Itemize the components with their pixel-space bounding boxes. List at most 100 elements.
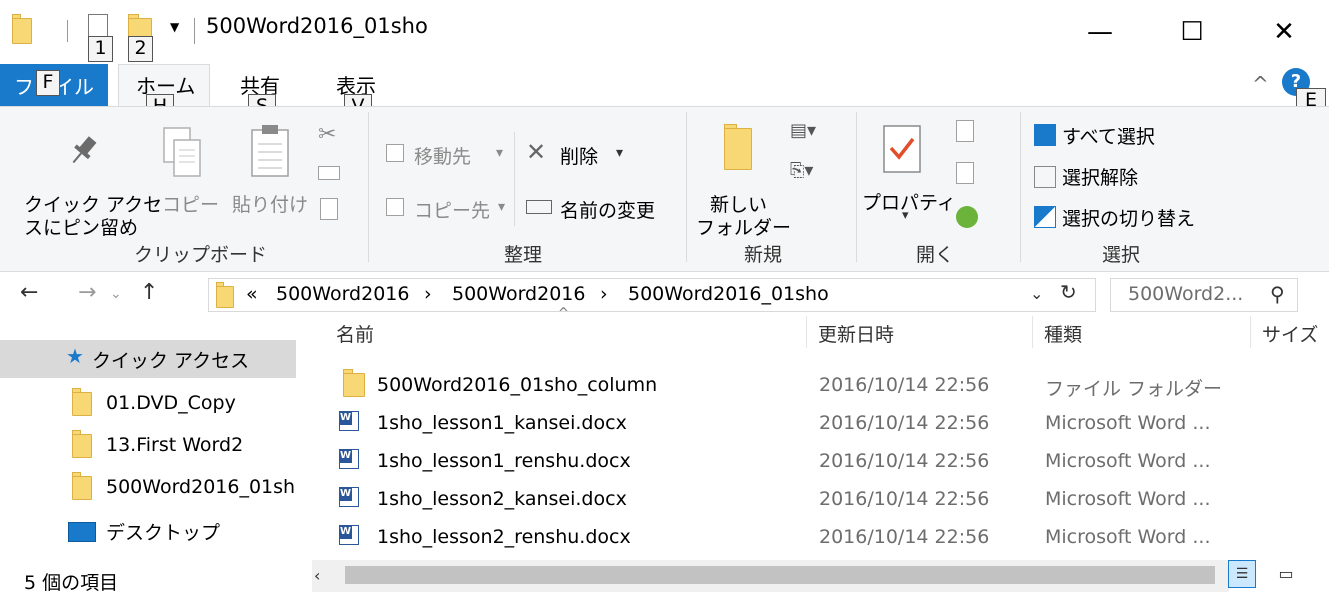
file-row[interactable]: W 1sho_lesson1_kansei.docx 2016/10/14 22:5…	[325, 405, 1329, 443]
star-icon: ★	[66, 344, 84, 368]
scrollbar-thumb[interactable]	[345, 566, 1215, 584]
new-item-icon[interactable]: ▤▾	[790, 120, 816, 141]
history-icon[interactable]	[956, 206, 978, 228]
file-row[interactable]: W 1sho_lesson2_renshu.docx 2016/10/14 22:5…	[325, 519, 1329, 557]
copy-to-dropdown-icon: ▾	[498, 199, 506, 215]
breadcrumb-separator-2[interactable]: ›	[600, 283, 608, 305]
column-header-name[interactable]: 名前	[336, 320, 374, 347]
file-modified: 2016/10/14 22:56	[819, 450, 990, 472]
window-title: 500Word2016_01sho	[206, 14, 428, 38]
folder-icon	[72, 430, 92, 458]
select-none-button[interactable]: 選択解除	[1062, 163, 1138, 190]
folder-icon	[72, 472, 92, 500]
tab-file[interactable]: ファイル F	[0, 64, 108, 106]
qat-keytip-1: 1	[88, 36, 113, 62]
file-type: Microsoft Word ...	[1045, 412, 1211, 434]
properties-qat-icon[interactable]	[88, 14, 108, 38]
file-name: 1sho_lesson2_renshu.docx	[377, 526, 631, 548]
desktop-icon	[68, 522, 96, 542]
refresh-icon[interactable]: ↻	[1060, 280, 1077, 304]
search-icon[interactable]: ⚲	[1270, 282, 1285, 306]
delete-icon: ✕	[526, 138, 547, 166]
copy-button[interactable]: コピー	[162, 190, 219, 217]
file-name: 500Word2016_01sho_column	[377, 374, 658, 396]
select-none-icon	[1034, 166, 1056, 188]
group-select-label: 選択	[1102, 244, 1141, 266]
address-history-dropdown[interactable]: ⌄	[1030, 284, 1043, 303]
title-bar: 1 2 ▼ 500Word2016_01sho — ☐ ✕	[0, 0, 1329, 64]
delete-button[interactable]: 削除	[560, 142, 598, 169]
back-button[interactable]: ←	[20, 280, 38, 305]
file-row[interactable]: W 1sho_lesson2_kansei.docx 2016/10/14 22:5…	[325, 481, 1329, 519]
collapse-ribbon-button[interactable]: ^	[1252, 72, 1269, 96]
forward-button[interactable]: →	[78, 280, 96, 305]
file-name: 1sho_lesson2_kansei.docx	[377, 488, 627, 510]
group-clipboard-label: クリップボード	[134, 244, 268, 266]
breadcrumb-item-2[interactable]: 500Word2016	[452, 283, 585, 305]
copy-to-button[interactable]: コピー先	[414, 196, 490, 223]
status-item-count: 5 個の項目	[24, 572, 119, 594]
folder-icon	[12, 14, 32, 44]
paste-shortcut-icon[interactable]	[320, 198, 338, 220]
copy-icon	[163, 127, 201, 177]
file-type: Microsoft Word ...	[1045, 526, 1211, 548]
new-folder-icon	[724, 124, 752, 170]
details-view-button[interactable]: ☰	[1228, 560, 1256, 588]
breadcrumb-separator-1[interactable]: ›	[424, 283, 432, 305]
large-icons-view-button[interactable]: ▭	[1272, 560, 1300, 588]
file-modified: 2016/10/14 22:56	[819, 488, 990, 510]
word-document-icon: W	[339, 449, 359, 469]
nav-quick-access-label: クイック アクセス	[92, 350, 250, 372]
breadcrumb-overflow[interactable]: «	[246, 283, 258, 305]
properties-dropdown-icon: ▾	[902, 208, 909, 223]
scroll-left-button[interactable]: ‹	[314, 566, 320, 585]
maximize-button[interactable]: ☐	[1146, 0, 1238, 64]
nav-item-dvd-copy[interactable]: 01.DVD_Copy	[106, 392, 236, 414]
pin-quick-access-label-2[interactable]: スにピン留め	[24, 213, 138, 240]
edit-icon[interactable]	[956, 162, 974, 184]
group-open-label: 開く	[916, 244, 955, 266]
breadcrumb-item-1[interactable]: 500Word2016	[276, 283, 409, 305]
new-folder-label-2[interactable]: フォルダー	[696, 213, 791, 240]
column-header-type[interactable]: 種類	[1044, 320, 1082, 347]
delete-dropdown-icon: ▾	[616, 145, 624, 161]
search-input-placeholder[interactable]: 500Word2...	[1128, 283, 1243, 305]
file-type: ファイル フォルダー	[1045, 378, 1223, 400]
file-row[interactable]: 500Word2016_01sho_column 2016/10/14 22:56…	[325, 367, 1329, 405]
word-document-icon: W	[339, 411, 359, 431]
move-to-button[interactable]: 移動先	[414, 142, 471, 169]
nav-item-500word2016-01sho[interactable]: 500Word2016_01sho	[106, 476, 296, 498]
copy-path-icon[interactable]	[318, 166, 340, 180]
qat-customize-dropdown[interactable]: ▼	[170, 20, 179, 34]
invert-selection-button[interactable]: 選択の切り替え	[1062, 204, 1195, 231]
column-header-size[interactable]: サイズ	[1262, 320, 1318, 347]
select-all-icon	[1034, 124, 1056, 146]
recent-locations-button[interactable]: ⌄	[110, 286, 122, 302]
paste-icon	[251, 125, 289, 177]
folder-icon	[343, 369, 365, 397]
paste-button[interactable]: 貼り付け	[232, 190, 308, 217]
copy-to-icon	[386, 198, 404, 216]
select-all-button[interactable]: すべて選択	[1062, 122, 1155, 149]
qat-keytip-2: 2	[128, 36, 153, 62]
word-document-icon: W	[339, 487, 359, 507]
file-modified: 2016/10/14 22:56	[819, 374, 990, 396]
file-modified: 2016/10/14 22:56	[819, 526, 990, 548]
address-folder-icon	[216, 282, 234, 308]
file-type: Microsoft Word ...	[1045, 488, 1211, 510]
file-row[interactable]: W 1sho_lesson1_renshu.docx 2016/10/14 22:5…	[325, 443, 1329, 481]
open-icon[interactable]	[956, 120, 974, 142]
column-header-modified[interactable]: 更新日時	[818, 320, 894, 347]
minimize-button[interactable]: —	[1054, 0, 1146, 64]
easy-access-icon[interactable]: ⎘▾	[790, 160, 813, 181]
breadcrumb-item-3[interactable]: 500Word2016_01sho	[628, 283, 829, 305]
rename-button[interactable]: 名前の変更	[560, 196, 655, 223]
nav-item-first-word2[interactable]: 13.First Word2	[106, 434, 243, 456]
file-modified: 2016/10/14 22:56	[819, 412, 990, 434]
folder-icon	[72, 388, 92, 416]
cut-icon[interactable]: ✂	[318, 122, 336, 147]
up-button[interactable]: ↑	[140, 280, 158, 305]
nav-item-desktop[interactable]: デスクトップ	[106, 518, 220, 545]
group-organize-label: 整理	[504, 244, 543, 266]
close-button[interactable]: ✕	[1238, 0, 1329, 64]
